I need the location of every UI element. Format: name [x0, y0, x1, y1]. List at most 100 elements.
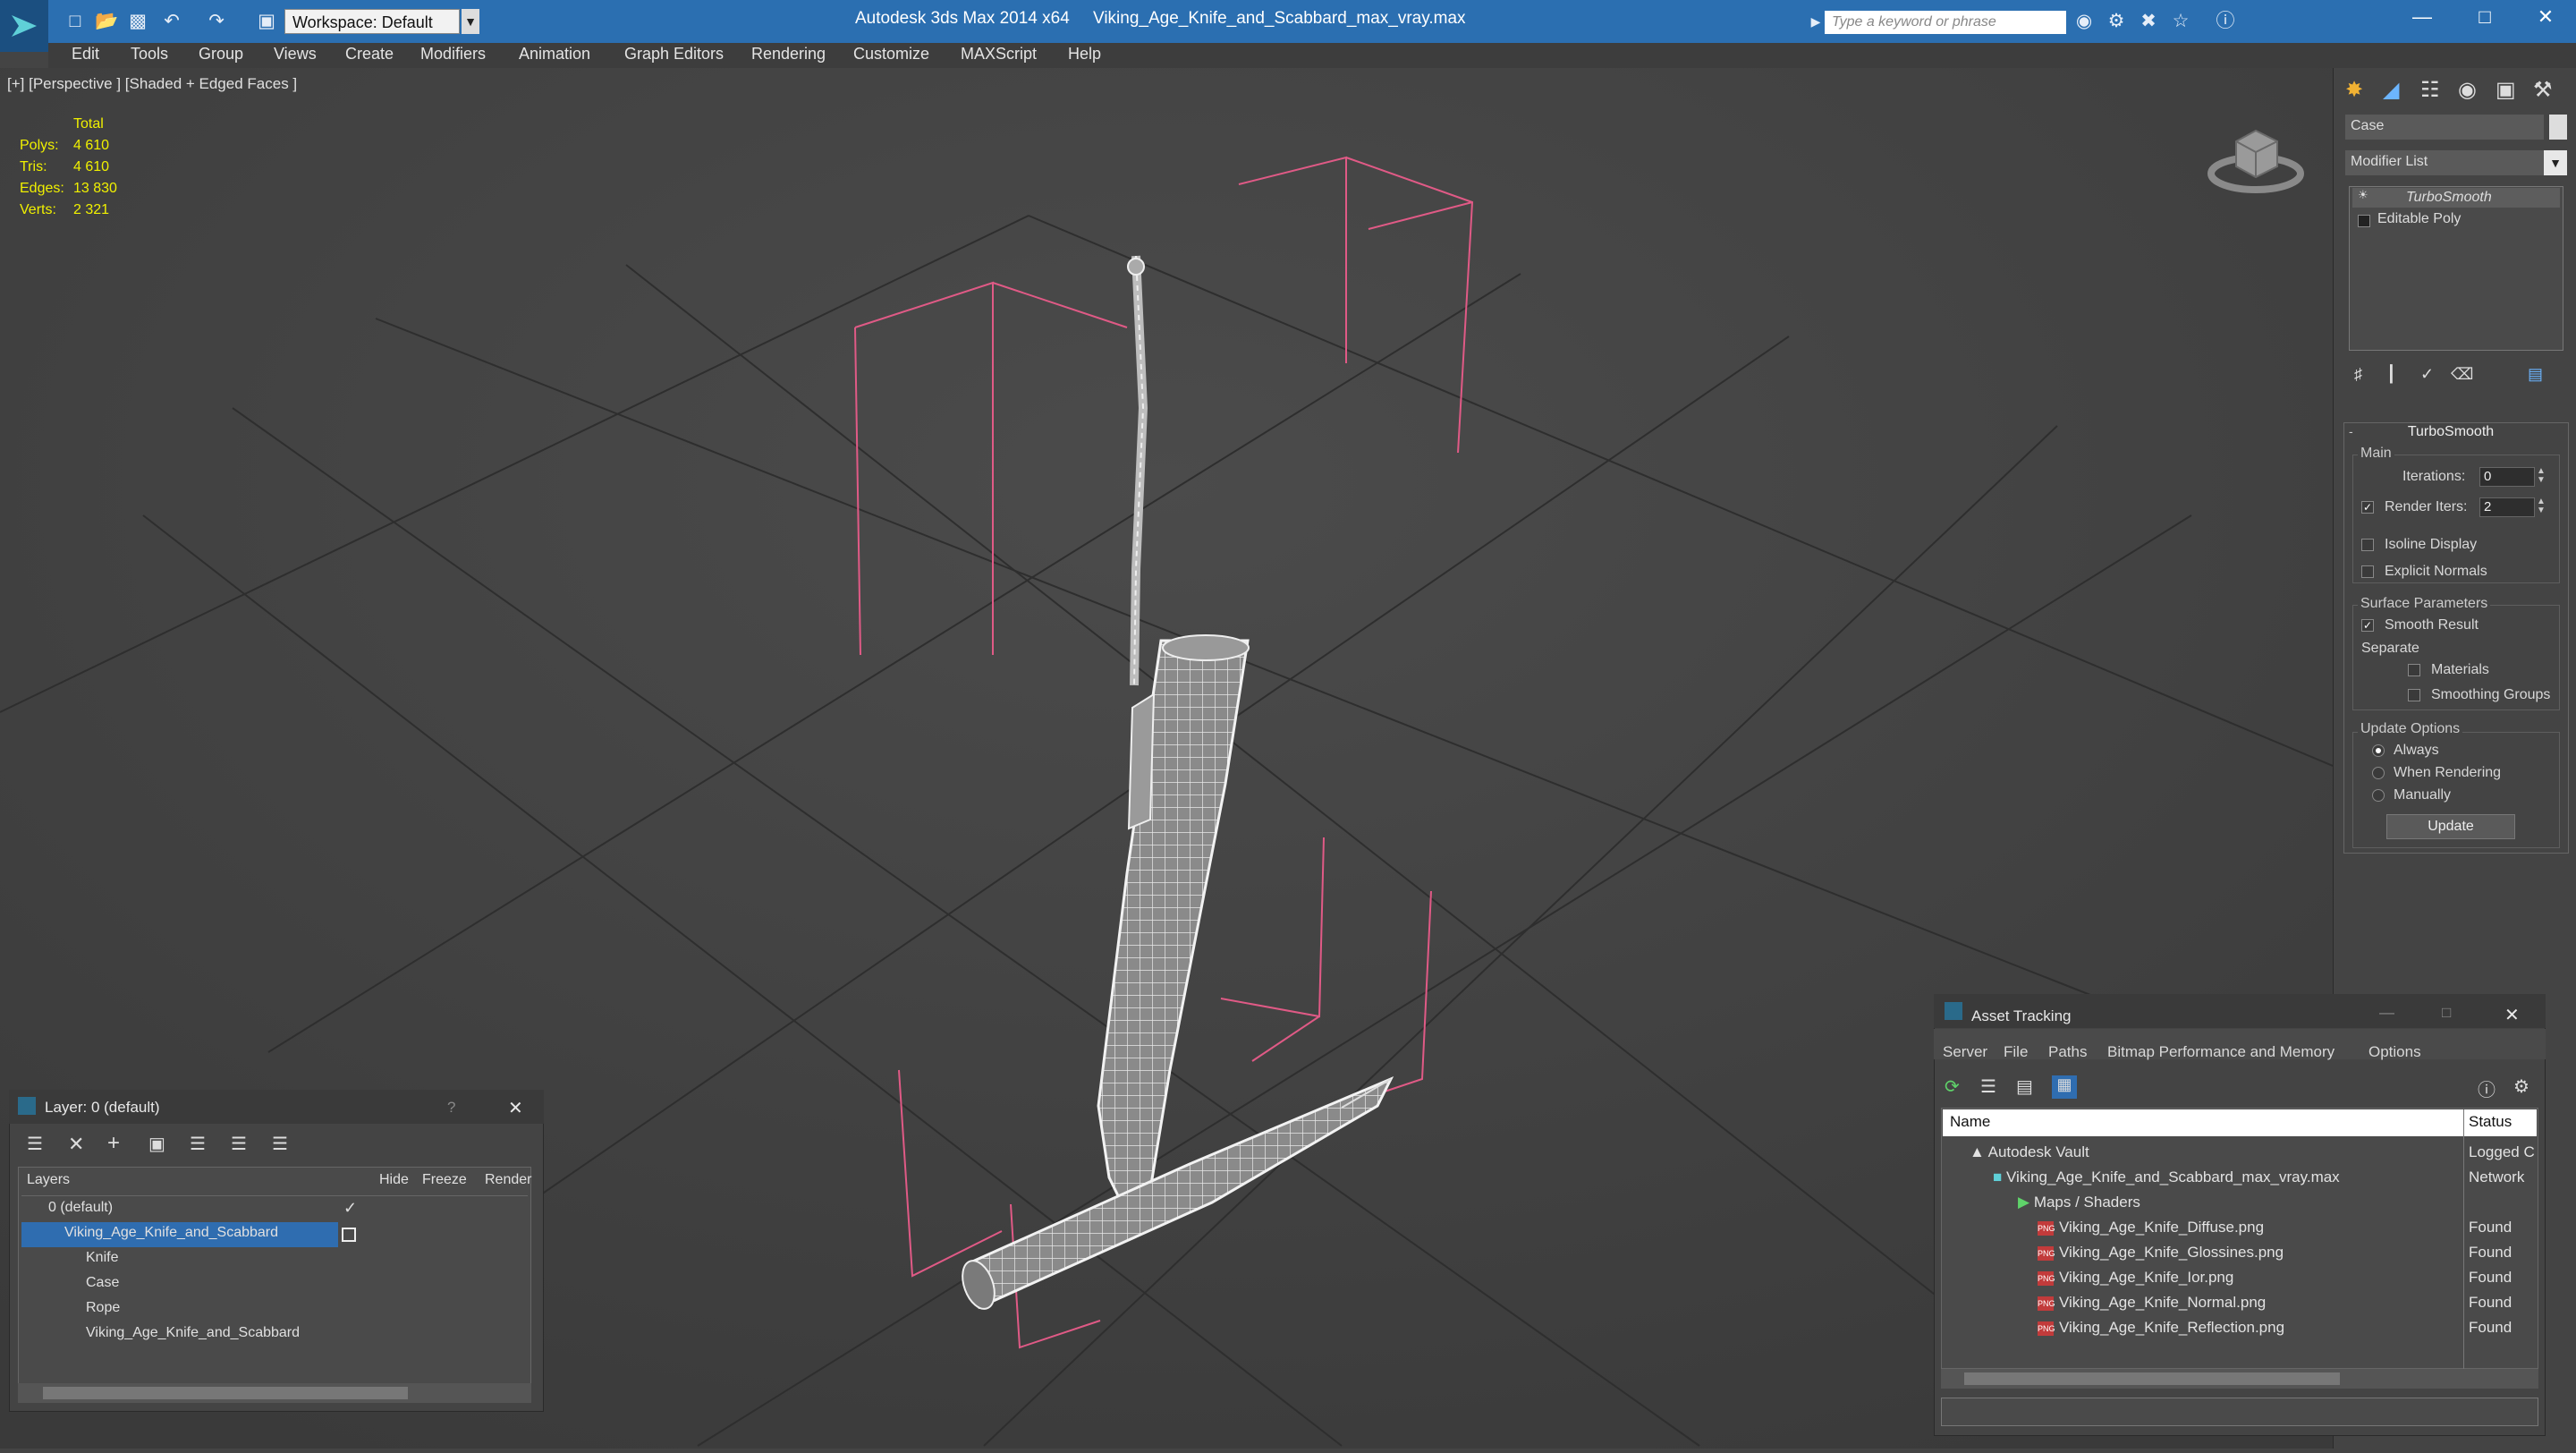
always-radio[interactable] [2372, 744, 2385, 757]
object-row-scabbard[interactable]: Viking_Age_Knife_and_Scabbard [86, 1321, 300, 1346]
menu-edit[interactable]: Edit [72, 45, 99, 64]
chevron-down-icon[interactable]: ▼ [462, 9, 479, 34]
menu-group[interactable]: Group [199, 45, 243, 64]
minimize-icon[interactable]: — [2404, 5, 2440, 29]
binoculars-icon[interactable]: ◉ [2073, 11, 2095, 32]
col-freeze[interactable]: Freeze [422, 1172, 467, 1188]
table-view-icon[interactable]: ▦ [2052, 1075, 2077, 1099]
menu-modifiers[interactable]: Modifiers [420, 45, 486, 64]
new-layer-icon[interactable]: ☰ [27, 1133, 43, 1155]
explicit-normals-checkbox[interactable] [2361, 565, 2374, 578]
smoothing-groups-checkbox[interactable] [2408, 689, 2420, 701]
motion-tab-icon[interactable]: ◉ [2458, 77, 2477, 103]
spinner-arrows-icon[interactable]: ▲ ▼ [2537, 467, 2546, 485]
expand-box-icon[interactable] [2358, 215, 2370, 227]
object-row-rope[interactable]: Rope [86, 1296, 120, 1321]
menu-options[interactable]: Options [2368, 1043, 2421, 1061]
menu-create[interactable]: Create [345, 45, 394, 64]
object-color-swatch[interactable] [2549, 115, 2567, 140]
menu-maxscript[interactable]: MAXScript [961, 45, 1037, 64]
col-name[interactable]: Name [1950, 1113, 1990, 1131]
pin-stack-icon[interactable]: ♯ [2354, 365, 2362, 384]
maximize-icon[interactable]: □ [2467, 5, 2503, 29]
project-folder-icon[interactable]: ▣ [256, 11, 277, 32]
utilities-tab-icon[interactable]: ⚒ [2533, 77, 2553, 103]
hierarchy-tab-icon[interactable]: ☷ [2420, 77, 2440, 103]
subscription-icon[interactable]: ⚙ [2106, 11, 2127, 32]
highlight-layer-icon[interactable]: ☰ [190, 1133, 206, 1155]
open-file-icon[interactable]: 📂 [95, 11, 118, 32]
render-iters-checkbox[interactable]: ✓ [2361, 501, 2374, 514]
modifier-list-dropdown[interactable]: Modifier List [2345, 150, 2544, 175]
scrollbar-thumb[interactable] [1964, 1372, 2340, 1385]
stack-item-turbosmooth[interactable]: TurboSmooth [2406, 190, 2492, 206]
table-row[interactable]: ■ Viking_Age_Knife_and_Scabbard_max_vray… [1993, 1165, 2340, 1190]
menu-server[interactable]: Server [1943, 1043, 1987, 1061]
table-row[interactable]: PNG Viking_Age_Knife_Diffuse.png [2038, 1215, 2264, 1240]
stack-item-editable-poly[interactable]: Editable Poly [2377, 211, 2461, 227]
object-row-knife[interactable]: Knife [86, 1245, 118, 1270]
col-layers[interactable]: Layers [27, 1172, 70, 1188]
search-expand-icon[interactable]: ▶ [1805, 11, 1826, 32]
settings-icon[interactable]: ⚙ [2513, 1075, 2529, 1098]
modify-tab-icon[interactable]: ◢ [2383, 77, 2399, 103]
delete-layer-icon[interactable]: ✕ [68, 1133, 84, 1156]
manually-radio[interactable] [2372, 789, 2385, 802]
minimize-icon[interactable]: — [2379, 1004, 2394, 1022]
layer-row-scabbard[interactable]: Viking_Age_Knife_and_Scabbard [64, 1220, 278, 1245]
show-end-result-icon[interactable]: ┃ [2386, 365, 2396, 384]
col-status[interactable]: Status [2469, 1113, 2512, 1131]
update-button[interactable]: Update [2386, 814, 2515, 839]
menu-views[interactable]: Views [274, 45, 317, 64]
col-render[interactable]: Render [485, 1172, 531, 1188]
asset-path-field[interactable] [1941, 1398, 2538, 1426]
menu-animation[interactable]: Animation [519, 45, 590, 64]
help-icon[interactable]: ⓘ [2215, 11, 2236, 32]
isoline-display-checkbox[interactable] [2361, 539, 2374, 551]
hide-all-icon[interactable]: ☰ [231, 1133, 247, 1155]
menu-tools[interactable]: Tools [131, 45, 168, 64]
menu-help[interactable]: Help [1068, 45, 1101, 64]
layer-row-default[interactable]: 0 (default) [48, 1195, 113, 1220]
help-icon[interactable]: ⓘ [2478, 1075, 2496, 1101]
close-icon[interactable]: ✕ [508, 1097, 523, 1119]
menu-customize[interactable]: Customize [853, 45, 929, 64]
workspace-dropdown[interactable]: Workspace: Default [284, 9, 460, 34]
spinner-arrows-icon[interactable]: ▲ ▼ [2537, 497, 2546, 515]
remove-modifier-icon[interactable]: ⌫ [2451, 365, 2473, 384]
undo-icon[interactable]: ↶ [161, 11, 182, 32]
object-row-case[interactable]: Case [86, 1270, 119, 1296]
col-hide[interactable]: Hide [379, 1172, 409, 1188]
help-icon[interactable]: ? [447, 1099, 455, 1117]
menu-graph-editors[interactable]: Graph Editors [624, 45, 724, 64]
when-rendering-radio[interactable] [2372, 767, 2385, 779]
active-layer-check-icon[interactable]: ✓ [343, 1195, 357, 1220]
rollout-title[interactable]: TurboSmooth [2361, 424, 2540, 440]
redo-icon[interactable]: ↷ [206, 11, 227, 32]
table-row[interactable]: ▶ Maps / Shaders [2018, 1190, 2140, 1215]
lightbulb-icon[interactable]: ☀ [2358, 188, 2368, 202]
save-file-icon[interactable]: ▩ [127, 11, 148, 32]
collapse-icon[interactable]: - [2349, 424, 2353, 438]
display-tab-icon[interactable]: ▣ [2496, 77, 2516, 103]
viewport-label[interactable]: [+] [Perspective ] [Shaded + Edged Faces… [7, 75, 297, 93]
close-icon[interactable]: ✕ [2504, 1004, 2520, 1026]
new-file-icon[interactable]: □ [64, 11, 86, 32]
smooth-result-checkbox[interactable]: ✓ [2361, 619, 2374, 632]
table-row[interactable]: PNG Viking_Age_Knife_Normal.png [2038, 1290, 2266, 1315]
viewcube-icon[interactable] [2206, 115, 2306, 200]
table-row[interactable]: ▲ Autodesk Vault [1970, 1140, 2089, 1165]
make-unique-icon[interactable]: ✓ [2420, 365, 2434, 384]
freeze-all-icon[interactable]: ☰ [272, 1133, 288, 1155]
app-logo-button[interactable] [0, 0, 48, 52]
table-row[interactable]: PNG Viking_Age_Knife_Glossines.png [2038, 1240, 2284, 1265]
render-iters-spinner[interactable]: 2 [2479, 497, 2535, 517]
menu-rendering[interactable]: Rendering [751, 45, 826, 64]
create-tab-icon[interactable]: ✸ [2345, 77, 2363, 103]
detail-view-icon[interactable]: ▤ [2016, 1075, 2033, 1098]
iterations-spinner[interactable]: 0 [2479, 467, 2535, 487]
close-icon[interactable]: ✕ [2528, 5, 2563, 29]
favorites-star-icon[interactable]: ☆ [2170, 11, 2191, 32]
table-row[interactable]: PNG Viking_Age_Knife_Reflection.png [2038, 1315, 2284, 1340]
scrollbar-thumb[interactable] [43, 1387, 408, 1399]
